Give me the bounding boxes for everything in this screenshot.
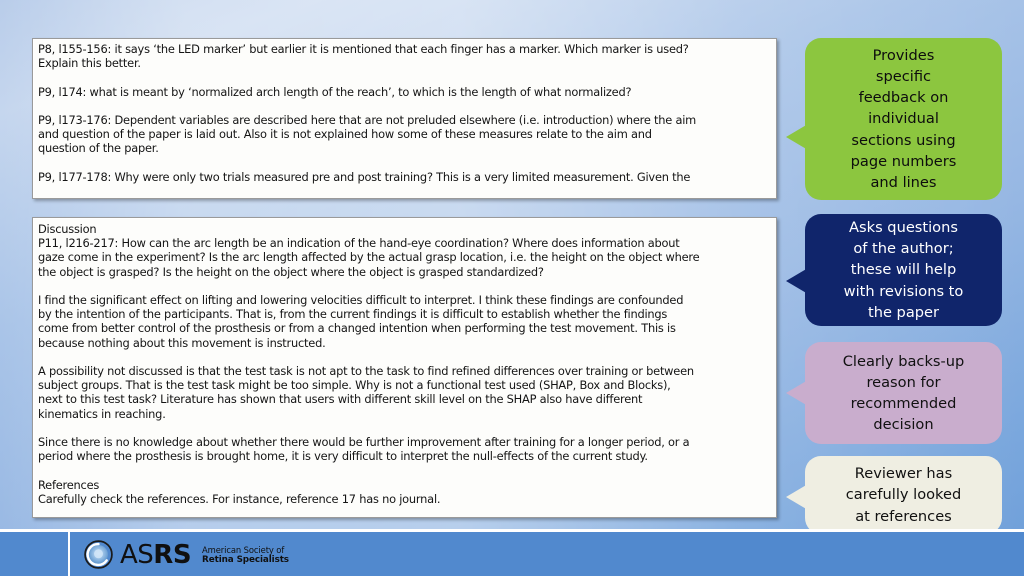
footer-bar: ASRS American Society of Retina Speciali… bbox=[0, 529, 1024, 576]
callout-asks-questions: Asks questions of the author; these will… bbox=[786, 214, 1002, 326]
callout-checked-references: Reviewer has carefully looked at referen… bbox=[786, 456, 1002, 534]
asrs-logo: ASRS American Society of Retina Speciali… bbox=[84, 540, 289, 569]
callout-checked-references-text: Reviewer has carefully looked at referen… bbox=[845, 465, 962, 525]
callout-backs-up-decision: Clearly backs-up reason for recommended … bbox=[786, 342, 1002, 444]
review-comments-methods-text: P8, l155-156: it says ‘the LED marker’ b… bbox=[38, 42, 697, 184]
asrs-wordmark-heavy: RS bbox=[153, 539, 192, 570]
asrs-fullname: American Society of Retina Specialists bbox=[202, 545, 289, 565]
asrs-eye-icon bbox=[84, 540, 113, 569]
asrs-fullname-line2: Retina Specialists bbox=[202, 554, 289, 565]
callout-backs-up-decision-text: Clearly backs-up reason for recommended … bbox=[842, 352, 965, 434]
review-comments-discussion-text: Discussion P11, l216-217: How can the ar… bbox=[38, 222, 700, 506]
footer-divider bbox=[68, 532, 70, 576]
asrs-wordmark: ASRS bbox=[120, 539, 192, 570]
callout-tail-icon bbox=[786, 268, 808, 294]
review-comments-methods-panel: P8, l155-156: it says ‘the LED marker’ b… bbox=[32, 38, 777, 199]
callout-asks-questions-text: Asks questions of the author; these will… bbox=[843, 219, 964, 321]
callout-tail-icon bbox=[786, 124, 808, 150]
callout-tail-icon bbox=[786, 484, 808, 510]
asrs-fullname-line1: American Society of bbox=[202, 544, 285, 555]
callout-specific-feedback-text: Provides specific feedback on individual… bbox=[850, 46, 957, 191]
callout-tail-icon bbox=[786, 380, 808, 406]
callout-specific-feedback: Provides specific feedback on individual… bbox=[786, 38, 1002, 200]
review-comments-discussion-panel: Discussion P11, l216-217: How can the ar… bbox=[32, 217, 777, 518]
asrs-wordmark-light: AS bbox=[120, 539, 154, 570]
